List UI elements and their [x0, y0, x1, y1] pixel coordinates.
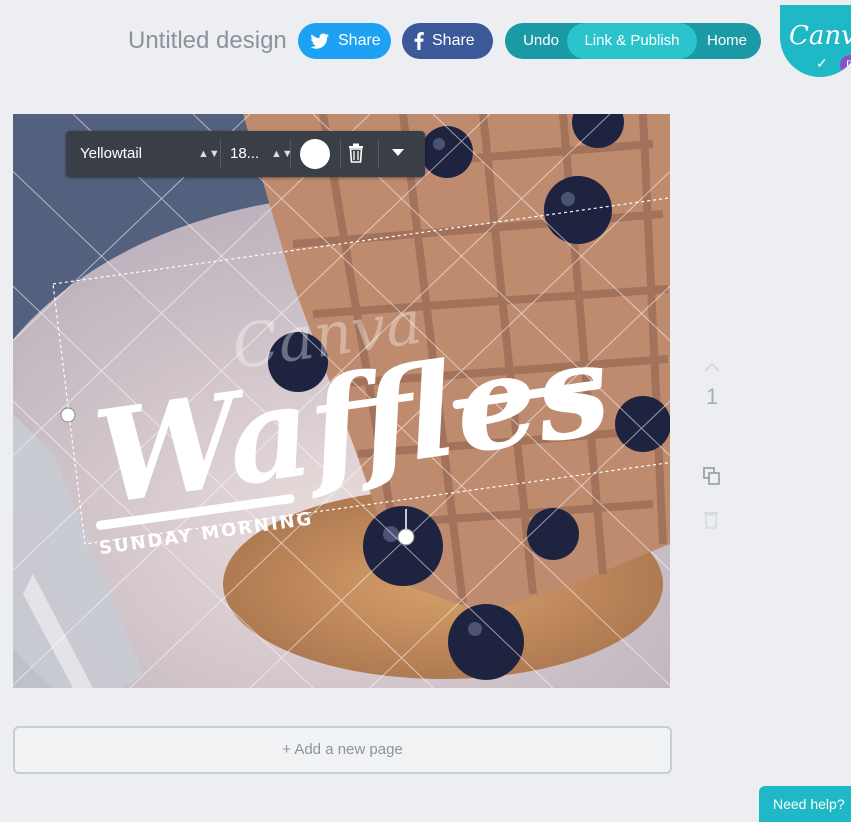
toolbar-divider: [290, 139, 291, 169]
page-number: 1: [706, 384, 719, 409]
account-badge[interactable]: P: [840, 55, 851, 75]
page-up-icon[interactable]: [702, 360, 722, 379]
twitter-share-label: Share: [338, 32, 381, 49]
design-title[interactable]: Untitled design: [128, 27, 287, 55]
facebook-share-button[interactable]: Share: [402, 23, 493, 59]
design-canvas[interactable]: Canva Waffles SUNDAY MORNING: [13, 114, 670, 688]
undo-button[interactable]: Undo: [511, 23, 571, 59]
top-bar: Untitled design Share Share Undo Link & …: [0, 0, 851, 82]
facebook-share-label: Share: [432, 32, 475, 49]
canva-logo[interactable]: Canva ✓ P: [780, 5, 851, 77]
link-publish-button[interactable]: Link & Publish: [567, 23, 697, 59]
logo-text: Canva: [789, 21, 851, 51]
font-family-select[interactable]: Yellowtail: [80, 131, 142, 177]
toolbar-divider: [220, 139, 221, 169]
delete-page-icon[interactable]: [702, 509, 720, 534]
design-artwork: Canva Waffles SUNDAY MORNING: [13, 114, 670, 688]
font-size-select[interactable]: 18...: [230, 131, 259, 177]
facebook-icon: [414, 32, 424, 50]
delete-icon[interactable]: [348, 143, 364, 167]
home-button[interactable]: Home: [697, 23, 757, 59]
twitter-share-button[interactable]: Share: [298, 23, 391, 59]
text-color-button[interactable]: [300, 139, 330, 169]
need-help-button[interactable]: Need help?: [759, 786, 851, 822]
action-button-group: Undo Link & Publish Home: [505, 23, 761, 59]
text-toolbar: Yellowtail ▲▼ 18... ▲▼: [66, 131, 425, 177]
check-icon: ✓: [816, 55, 828, 71]
twitter-icon: [310, 33, 330, 49]
chevron-down-icon[interactable]: [392, 149, 404, 156]
add-new-page-button[interactable]: + Add a new page: [13, 726, 672, 774]
toolbar-divider: [378, 139, 379, 169]
toolbar-divider: [340, 139, 341, 169]
font-family-stepper-icon[interactable]: ▲▼: [198, 131, 220, 177]
copy-page-icon[interactable]: [702, 466, 722, 491]
